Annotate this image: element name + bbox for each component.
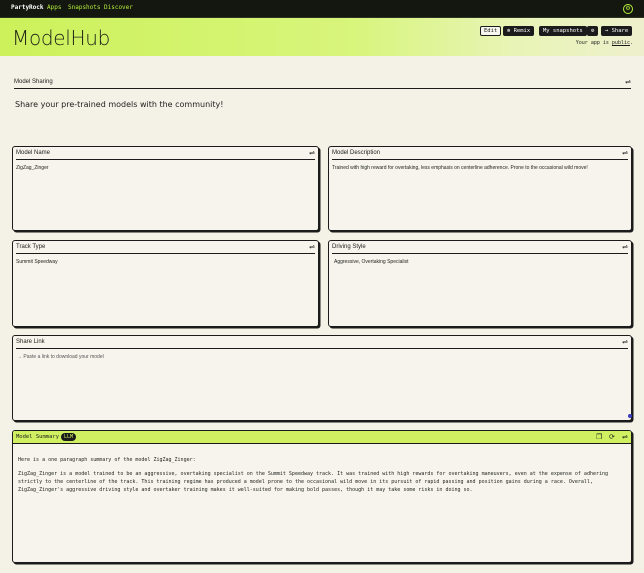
visibility-note: Your app is public. — [576, 40, 633, 46]
llm-badge: LLM — [61, 433, 77, 441]
widget-settings-icon[interactable]: ⇌ — [622, 338, 628, 346]
widget-header: Share Link ⇌ — [16, 336, 628, 349]
widget-settings-icon[interactable]: ⇌ — [622, 243, 628, 251]
summary-label: Model Summary — [16, 434, 60, 440]
top-navbar: PartyRock Apps Snapshots Discover ⚙ — [0, 0, 644, 18]
visibility-prefix: Your app is — [575, 40, 609, 46]
driving-style-widget[interactable]: Driving Style ⇌ Aggressive, Overtaking S… — [328, 240, 632, 327]
remix-button[interactable]: ⊚ Remix — [503, 26, 535, 36]
widget-header: Model Name ⇌ — [16, 147, 315, 160]
model-summary-widget: Model Summary LLM ❐ ⟳ ⇌ Here is a one pa… — [12, 430, 632, 563]
section-settings-icon[interactable]: ⇌ — [625, 78, 631, 86]
widget-label: Driving Style — [332, 244, 366, 250]
summary-paragraph: ZigZag_Zinger is a model trained to be a… — [18, 471, 609, 493]
share-button[interactable]: → Share — [601, 26, 633, 36]
model-name-widget[interactable]: Model Name ⇌ ZigZag_Zinger — [12, 146, 319, 231]
share-link-input[interactable]: → Paste a link to download your model — [17, 354, 626, 361]
app-header: ModelHub Edit ⊚ Remix My snapshots ⚙ → S… — [0, 18, 644, 56]
my-snapshots-button[interactable]: My snapshots — [539, 26, 587, 36]
widget-settings-icon[interactable]: ⇌ — [309, 149, 315, 157]
visibility-public-link[interactable]: public — [612, 40, 630, 46]
snapshot-settings-button[interactable]: ⚙ — [587, 26, 599, 36]
nav-link-apps[interactable]: Apps — [47, 4, 61, 11]
widget-label: Share Link — [16, 339, 45, 345]
nav-link-snapshots[interactable]: Snapshots — [68, 4, 101, 11]
summary-header: Model Summary LLM ❐ ⟳ ⇌ — [13, 431, 631, 444]
intro-text: Share your pre-trained models with the c… — [15, 100, 224, 109]
summary-output: Here is a one paragraph summary of the m… — [18, 456, 626, 500]
widget-header: Model Description ⇌ — [332, 147, 628, 160]
section-title: Model Sharing — [14, 79, 53, 85]
visibility-suffix: . — [629, 40, 633, 46]
edit-button[interactable]: Edit — [480, 26, 502, 36]
app-title: ModelHub — [12, 26, 111, 50]
model-description-input[interactable]: Trained with high reward for overtaking,… — [332, 165, 626, 172]
refresh-icon[interactable]: ⟳ — [609, 433, 615, 441]
widget-settings-icon[interactable]: ⇌ — [309, 243, 315, 251]
share-link-widget[interactable]: Share Link ⇌ → Paste a link to download … — [12, 335, 632, 421]
model-name-input[interactable]: ZigZag_Zinger — [16, 165, 313, 172]
section-header: Model Sharing ⇌ — [14, 76, 631, 89]
track-type-widget[interactable]: Track Type ⇌ Summit Speedway — [12, 240, 319, 327]
widget-settings-icon[interactable]: ⇌ — [622, 433, 628, 441]
driving-style-input[interactable]: Aggressive, Overtaking Specialist — [334, 259, 626, 266]
widget-label: Track Type — [16, 244, 46, 250]
widget-label: Model Description — [332, 150, 381, 156]
copy-icon[interactable]: ❐ — [596, 433, 602, 441]
widget-header: Track Type ⇌ — [16, 241, 315, 254]
track-type-input[interactable]: Summit Speedway — [16, 259, 313, 266]
widget-header: Driving Style ⇌ — [332, 241, 628, 254]
account-settings-icon[interactable]: ⚙ — [623, 4, 633, 14]
nav-link-discover[interactable]: Discover — [104, 4, 133, 11]
widget-label: Model Name — [16, 150, 51, 156]
summary-intro: Here is a one paragraph summary of the m… — [18, 457, 196, 463]
model-description-widget[interactable]: Model Description ⇌ Trained with high re… — [328, 146, 632, 231]
widget-settings-icon[interactable]: ⇌ — [622, 149, 628, 157]
brand-logo[interactable]: PartyRock — [11, 4, 44, 11]
resize-handle[interactable] — [628, 414, 632, 418]
